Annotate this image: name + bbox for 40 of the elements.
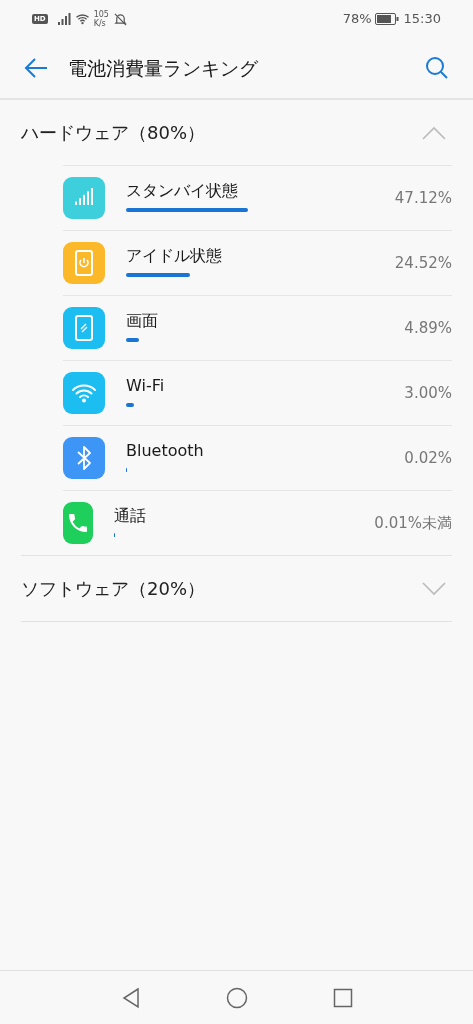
usage-row[interactable]: 画面 4.89% — [63, 295, 452, 360]
item-name: アイドル状態 — [126, 245, 223, 267]
usage-bar — [126, 273, 190, 277]
battery-icon — [374, 13, 399, 25]
item-name: 通話 — [114, 505, 148, 527]
speed-value: 105 — [93, 10, 109, 19]
usage-percent: 4.89% — [404, 317, 452, 339]
item-name: Wi-Fi — [126, 375, 166, 397]
usage-bar — [126, 338, 139, 342]
battery-percent: 78% — [342, 10, 372, 29]
recents-nav-button[interactable] — [331, 986, 354, 1009]
wifi-icon — [74, 13, 90, 25]
signal-icon — [57, 13, 72, 25]
usage-percent: 3.00% — [404, 382, 452, 404]
phone-screen-icon — [74, 315, 94, 341]
wifi-icon — [71, 382, 97, 404]
clock: 15:30 — [403, 10, 441, 29]
usage-percent: 0.02% — [404, 447, 452, 469]
section-header[interactable]: ハードウェア（80%） — [21, 100, 452, 165]
usage-row[interactable]: スタンバイ状態 47.12% — [63, 165, 452, 230]
section-title: ハードウェア（80%） — [21, 121, 205, 145]
usage-bar — [126, 403, 134, 407]
usage-percent: 24.52% — [394, 252, 452, 274]
usage-row[interactable]: Wi-Fi 3.00% — [63, 360, 452, 425]
section-title: ソフトウェア（20%） — [21, 577, 205, 601]
item-name: Bluetooth — [126, 440, 205, 462]
bluetooth-icon — [75, 445, 93, 471]
muted-bell-icon — [113, 12, 127, 26]
usage-percent: 0.01%未満 — [374, 512, 452, 534]
section-header[interactable]: ソフトウェア（20%） — [21, 556, 452, 621]
item-name: 画面 — [126, 310, 159, 332]
usage-row[interactable]: 通話 0.01%未満 — [63, 490, 452, 555]
speed-unit: K/s — [93, 19, 107, 28]
phone-power-icon — [74, 250, 94, 276]
usage-percent: 47.12% — [394, 187, 452, 209]
page-title: 電池消費量ランキング — [68, 55, 258, 81]
home-nav-button[interactable] — [225, 986, 248, 1009]
usage-row[interactable]: Bluetooth 0.02% — [63, 425, 452, 490]
usage-row[interactable]: アイドル状態 24.52% — [63, 230, 452, 295]
item-name: スタンバイ状態 — [126, 180, 239, 202]
